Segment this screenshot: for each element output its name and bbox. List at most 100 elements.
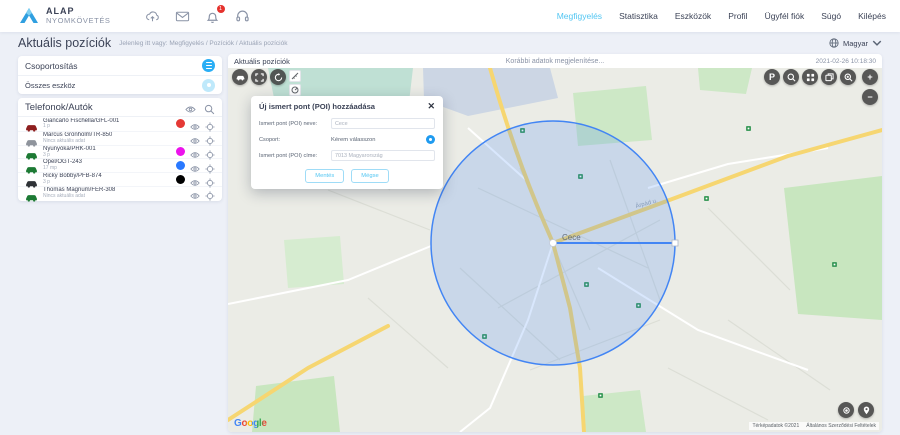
grouping-header[interactable]: Csoportosítás xyxy=(18,56,222,75)
car-icon xyxy=(25,119,38,128)
nav-megfigyeles[interactable]: Megfigyelés xyxy=(557,11,602,21)
group-select-value: Kérem válasszon xyxy=(331,137,375,143)
radio-dot-icon xyxy=(207,83,211,87)
list-icon xyxy=(206,62,212,69)
status-dot xyxy=(176,119,185,128)
add-poi-dialog: Új ismert pont (POI) hozzáadása ✕ Ismert… xyxy=(251,96,443,189)
status-dot xyxy=(176,175,185,184)
breadcrumb-bar: Aktuális pozíciók Jelenleg itt vagy: Meg… xyxy=(0,32,900,54)
group-add-radio-icon[interactable] xyxy=(426,135,435,144)
breadcrumb: Jelenleg itt vagy: Megfigyelés / Pozíció… xyxy=(119,40,287,47)
device-status: Nincs aktuális adat xyxy=(43,194,115,200)
nav-ugyfel-fiok[interactable]: Ügyfél fiók xyxy=(765,11,805,21)
brand-triangle-icon xyxy=(18,7,40,25)
device-row[interactable]: Ricky Bobby/PFB-874 3 p xyxy=(18,172,222,186)
nav-statisztika[interactable]: Statisztika xyxy=(619,11,658,21)
search-icon[interactable] xyxy=(204,102,215,113)
cloud-upload-icon[interactable] xyxy=(145,9,160,24)
close-icon[interactable]: ✕ xyxy=(427,102,435,111)
device-list-header: Telefonok/Autók xyxy=(18,98,222,117)
drop-pin-button[interactable] xyxy=(858,402,874,418)
locate-crosshair-icon[interactable] xyxy=(205,161,215,171)
area-zoom-button[interactable] xyxy=(840,69,856,85)
device-row[interactable]: Giancarlo Fischella/GFL-001 1 p xyxy=(18,117,222,131)
nav-eszkozok[interactable]: Eszközök xyxy=(675,11,711,21)
locate-crosshair-icon[interactable] xyxy=(205,175,215,185)
all-devices-row[interactable]: Összes eszköz xyxy=(18,75,222,94)
poi-address-input[interactable] xyxy=(331,150,435,161)
poi-name-label: Ismert pont (POI) neve: xyxy=(259,121,331,127)
eye-icon[interactable] xyxy=(190,161,200,171)
eye-icon[interactable] xyxy=(190,175,200,185)
app-logo[interactable]: ALAP NYOMKÖVETÉS xyxy=(18,7,111,25)
map-layers-button[interactable] xyxy=(821,69,837,85)
globe-icon xyxy=(829,38,839,48)
map-panel: Aktuális pozíciók Korábbi adatok megjele… xyxy=(228,54,882,432)
google-logo[interactable]: Google xyxy=(234,418,267,429)
eye-icon[interactable] xyxy=(190,133,200,143)
locate-crosshair-icon[interactable] xyxy=(205,188,215,198)
status-dot xyxy=(176,161,185,170)
poi-name-input[interactable] xyxy=(331,118,435,129)
fullscreen-button[interactable] xyxy=(802,69,818,85)
device-status: 3 p xyxy=(43,153,96,159)
radius-resize-handle[interactable] xyxy=(672,240,678,246)
status-dot xyxy=(176,189,185,198)
measure-distance-tool[interactable] xyxy=(289,70,301,82)
brand-subtitle: NYOMKÖVETÉS xyxy=(46,17,111,25)
all-devices-label: Összes eszköz xyxy=(25,81,75,90)
messages-icon[interactable] xyxy=(175,9,190,24)
support-headset-icon[interactable] xyxy=(235,9,250,24)
device-name: Giancarlo Fischella/GFL-001 xyxy=(43,118,119,125)
grouping-toggle-button[interactable] xyxy=(202,59,215,72)
town-label: Cece xyxy=(562,233,581,242)
device-list-card: Telefonok/Autók Giancarlo Fischella/GFL-… xyxy=(18,98,222,201)
zoom-search-button[interactable] xyxy=(783,69,799,85)
history-link[interactable]: Korábbi adatok megjelenítése... xyxy=(228,58,882,65)
my-location-button[interactable] xyxy=(838,402,854,418)
map-attribution: Térképadatok ©2021 Általános Szerződési … xyxy=(749,422,879,430)
notification-badge: 1 xyxy=(217,5,225,13)
nav-profil[interactable]: Profil xyxy=(728,11,747,21)
locate-crosshair-icon[interactable] xyxy=(205,147,215,157)
map-canvas[interactable]: Árpád u. Cece P xyxy=(228,68,882,432)
language-label: Magyar xyxy=(843,39,868,48)
draw-circle-tool[interactable] xyxy=(289,84,301,96)
device-row[interactable]: Thomas Magnum/FER-308 Nincs aktuális ada… xyxy=(18,186,222,200)
group-label: Csoport: xyxy=(259,137,331,143)
device-status: Nincs aktuális adat xyxy=(43,139,112,145)
save-button[interactable]: Mentés xyxy=(305,169,344,183)
vehicle-view-button[interactable] xyxy=(232,69,248,85)
cancel-button[interactable]: Mégse xyxy=(351,169,388,183)
eye-icon[interactable] xyxy=(190,188,200,198)
device-row[interactable]: Nyunyóka/PRK-001 3 p xyxy=(18,145,222,159)
poi-address-label: Ismert pont (POI) címe: xyxy=(259,153,331,159)
eye-icon[interactable] xyxy=(190,147,200,157)
language-selector[interactable]: Magyar xyxy=(829,38,882,48)
eye-icon[interactable] xyxy=(190,119,200,129)
car-icon xyxy=(25,147,38,156)
main-nav: Megfigyelés Statisztika Eszközök Profil … xyxy=(557,11,886,21)
top-header: ALAP NYOMKÖVETÉS 1 xyxy=(0,0,900,32)
locate-crosshair-icon[interactable] xyxy=(205,119,215,129)
locate-crosshair-icon[interactable] xyxy=(205,133,215,143)
zoom-out-button[interactable]: − xyxy=(862,89,878,105)
all-devices-radio[interactable] xyxy=(202,79,215,92)
nav-kilepes[interactable]: Kilépés xyxy=(858,11,886,21)
terms-link[interactable]: Általános Szerződési Feltételek xyxy=(806,423,876,429)
zoom-in-button[interactable]: + xyxy=(862,69,878,85)
fit-bounds-button[interactable] xyxy=(251,69,267,85)
nav-sugo[interactable]: Súgó xyxy=(821,11,841,21)
notifications-bell-icon[interactable]: 1 xyxy=(205,9,220,24)
history-refresh-button[interactable] xyxy=(270,69,286,85)
geofence-center-handle[interactable] xyxy=(550,240,557,247)
grouping-title: Csoportosítás xyxy=(25,61,77,71)
parking-button[interactable]: P xyxy=(764,69,780,85)
show-all-eye-icon[interactable] xyxy=(185,102,196,113)
group-select[interactable]: Kérem válasszon xyxy=(331,135,435,144)
device-row[interactable]: Marcus Grönholm/TR-850 Nincs aktuális ad… xyxy=(18,131,222,145)
device-row[interactable]: Opel/OGT-243 17 mp xyxy=(18,158,222,172)
grouping-card: Csoportosítás Összes eszköz xyxy=(18,56,222,94)
device-list-title: Telefonok/Autók xyxy=(25,102,93,113)
status-dot xyxy=(176,134,185,143)
